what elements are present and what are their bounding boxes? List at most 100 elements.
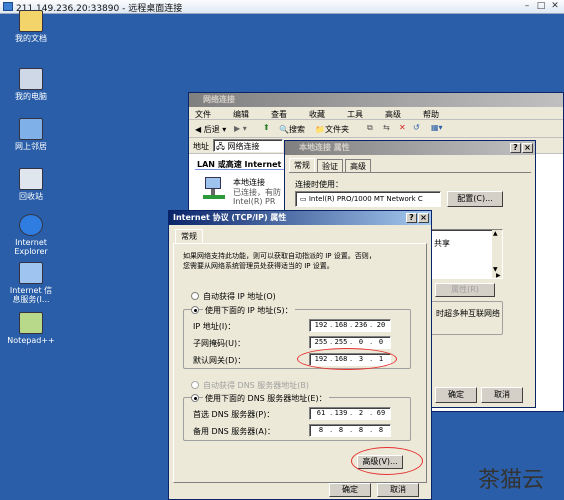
- configure-button[interactable]: 配置(C)...: [447, 191, 503, 207]
- desktop-icon[interactable]: 网上邻居: [6, 118, 56, 151]
- desktop-icon[interactable]: Internet 信 息服务(I...: [6, 262, 56, 304]
- search-button[interactable]: 🔍搜索: [279, 124, 305, 135]
- desktop-icon[interactable]: Internet Explorer: [6, 214, 56, 256]
- auto-dns-label[interactable]: 自动获得 DNS 服务器地址(B): [203, 380, 309, 391]
- cancel-button[interactable]: 取消: [481, 387, 523, 403]
- rdp-title-bar: 211.149.236.20:33890 - 远程桌面连接 – □ ✕: [0, 0, 564, 14]
- computer-icon: [19, 68, 43, 90]
- desktop-icon[interactable]: Notepad++: [6, 312, 56, 345]
- undo-icon[interactable]: ↺: [413, 123, 420, 132]
- connection-adapter: Intel(R) PR: [233, 197, 276, 206]
- help-button[interactable]: ?: [510, 143, 521, 153]
- connect-using-label: 连接时使用：: [295, 180, 343, 189]
- close-button[interactable]: ×: [418, 213, 429, 223]
- ok-button[interactable]: 确定: [435, 387, 477, 403]
- ip-address-label: IP 地址(I)：: [193, 322, 236, 331]
- description-text: 时超多种互联网络: [436, 309, 500, 318]
- auto-dns-radio[interactable]: [191, 381, 199, 389]
- back-label: 后退: [203, 125, 220, 134]
- auto-ip-radio[interactable]: [191, 292, 199, 300]
- folders-label: 文件夹: [324, 125, 349, 134]
- ip-octet: 0: [378, 338, 384, 346]
- iis-icon: [19, 262, 43, 284]
- lan-connection-icon[interactable]: [203, 177, 227, 201]
- forward-button[interactable]: ▶ ▾: [234, 124, 247, 133]
- maximize-button[interactable]: □: [534, 1, 548, 12]
- watermark-text: 茶猫云: [478, 468, 545, 493]
- address-label: 地址: [193, 142, 209, 151]
- preferred-dns-field[interactable]: 61. 139. 2. 69: [309, 407, 391, 420]
- manual-dns-radio[interactable]: [191, 394, 199, 402]
- ip-octet: 139: [334, 409, 348, 417]
- address-text: 网络连接: [227, 142, 260, 151]
- desktop-icon[interactable]: 我的文档: [6, 10, 56, 43]
- manual-dns-label[interactable]: 使用下面的 DNS 服务器地址(E)：: [203, 393, 329, 404]
- ip-octet: 255: [314, 338, 328, 346]
- ip-octet: 8: [358, 426, 364, 434]
- manual-ip-radio[interactable]: [191, 306, 199, 314]
- ip-octet: 69: [376, 409, 386, 417]
- cancel-button[interactable]: 取消: [377, 483, 419, 497]
- desktop-icon[interactable]: 回收站: [6, 168, 56, 201]
- address-input[interactable]: 🖧 网络连接: [213, 139, 283, 152]
- menu-item[interactable]: 编辑: [233, 109, 249, 120]
- desktop-icon-label: Internet 信 息服务(I...: [9, 286, 53, 304]
- tab-divider: [289, 172, 531, 173]
- manual-ip-label[interactable]: 使用下面的 IP 地址(S)：: [203, 305, 295, 316]
- help-button[interactable]: ?: [406, 213, 417, 223]
- preferred-dns-label: 首选 DNS 服务器(P)：: [193, 410, 275, 419]
- tcpip-title: Internet 协议 (TCP/IP) 属性: [173, 213, 287, 222]
- ip-octet: 20: [376, 321, 386, 329]
- close-button[interactable]: ✕: [548, 1, 562, 12]
- gateway-highlight: [297, 348, 397, 370]
- scroll-right-icon[interactable]: ▶: [496, 272, 501, 279]
- ok-button[interactable]: 确定: [329, 483, 371, 497]
- menu-item[interactable]: 高级: [385, 109, 401, 120]
- scroll-up-icon[interactable]: ▲: [493, 230, 498, 237]
- back-button[interactable]: ◀ 后退 ▾: [195, 124, 226, 135]
- auto-ip-label[interactable]: 自动获得 IP 地址(O): [203, 291, 276, 302]
- alternate-dns-label: 备用 DNS 服务器(A)：: [193, 427, 276, 436]
- desktop-icon[interactable]: 我的电脑: [6, 68, 56, 101]
- section-divider: [195, 169, 285, 170]
- close-button[interactable]: ×: [522, 143, 533, 153]
- ip-octet: 236: [354, 321, 368, 329]
- move-icon[interactable]: ⇆: [383, 123, 390, 132]
- up-icon[interactable]: ⬆: [263, 123, 270, 132]
- menu-item[interactable]: 工具: [347, 109, 363, 120]
- lanprops-title-bar: 本地连接 属性 ? ×: [285, 141, 535, 155]
- ip-address-field[interactable]: 192. 168. 236. 20: [309, 319, 391, 332]
- properties-button[interactable]: 属性(R): [435, 283, 495, 297]
- notepad-icon: [19, 312, 43, 334]
- folder-icon: [19, 10, 43, 32]
- menu-item[interactable]: 收藏: [309, 109, 325, 120]
- recycle-bin-icon: [19, 168, 43, 190]
- minimize-button[interactable]: –: [520, 1, 534, 12]
- window-title: 网络连接: [203, 95, 235, 104]
- desktop-icon-label: Internet Explorer: [14, 238, 48, 256]
- menu-item[interactable]: 文件: [195, 109, 211, 120]
- delete-icon[interactable]: ✕: [399, 123, 406, 132]
- netconn-title-bar: 网络连接: [189, 93, 563, 107]
- alternate-dns-field[interactable]: 8.8.8.8: [309, 424, 391, 437]
- tcpip-properties-dialog: Internet 协议 (TCP/IP) 属性 ? × 常规 如果网络支持此功能…: [168, 210, 432, 500]
- menu-item[interactable]: 查看: [271, 109, 287, 120]
- tab-auth[interactable]: 验证: [317, 159, 343, 172]
- network-icon: [19, 118, 43, 140]
- subnet-mask-label: 子网掩码(U)：: [193, 339, 246, 348]
- tab-general[interactable]: 常规: [289, 158, 315, 172]
- copy-icon[interactable]: ⧉: [367, 123, 373, 133]
- search-label: 搜索: [288, 125, 305, 134]
- menu-item[interactable]: 帮助: [423, 109, 439, 120]
- tab-advanced[interactable]: 高级: [345, 159, 371, 172]
- default-gateway-label: 默认网关(D)：: [193, 356, 246, 365]
- desktop-icon-label: 我的电脑: [15, 92, 47, 101]
- tab-general[interactable]: 常规: [175, 229, 203, 243]
- toolbar: ◀ 后退 ▾ ▶ ▾ ⬆ 🔍搜索 📁文件夹 ⧉ ⇆ ✕ ↺ ▦▾: [189, 120, 563, 138]
- folders-button[interactable]: 📁文件夹: [315, 124, 349, 135]
- views-icon[interactable]: ▦▾: [431, 123, 443, 132]
- desktop-icon-label: 网上邻居: [15, 142, 47, 151]
- desktop-icon-label: Notepad++: [7, 336, 55, 345]
- share-item: 共享: [434, 239, 450, 248]
- scrollbar[interactable]: ▲ ▼: [492, 230, 502, 278]
